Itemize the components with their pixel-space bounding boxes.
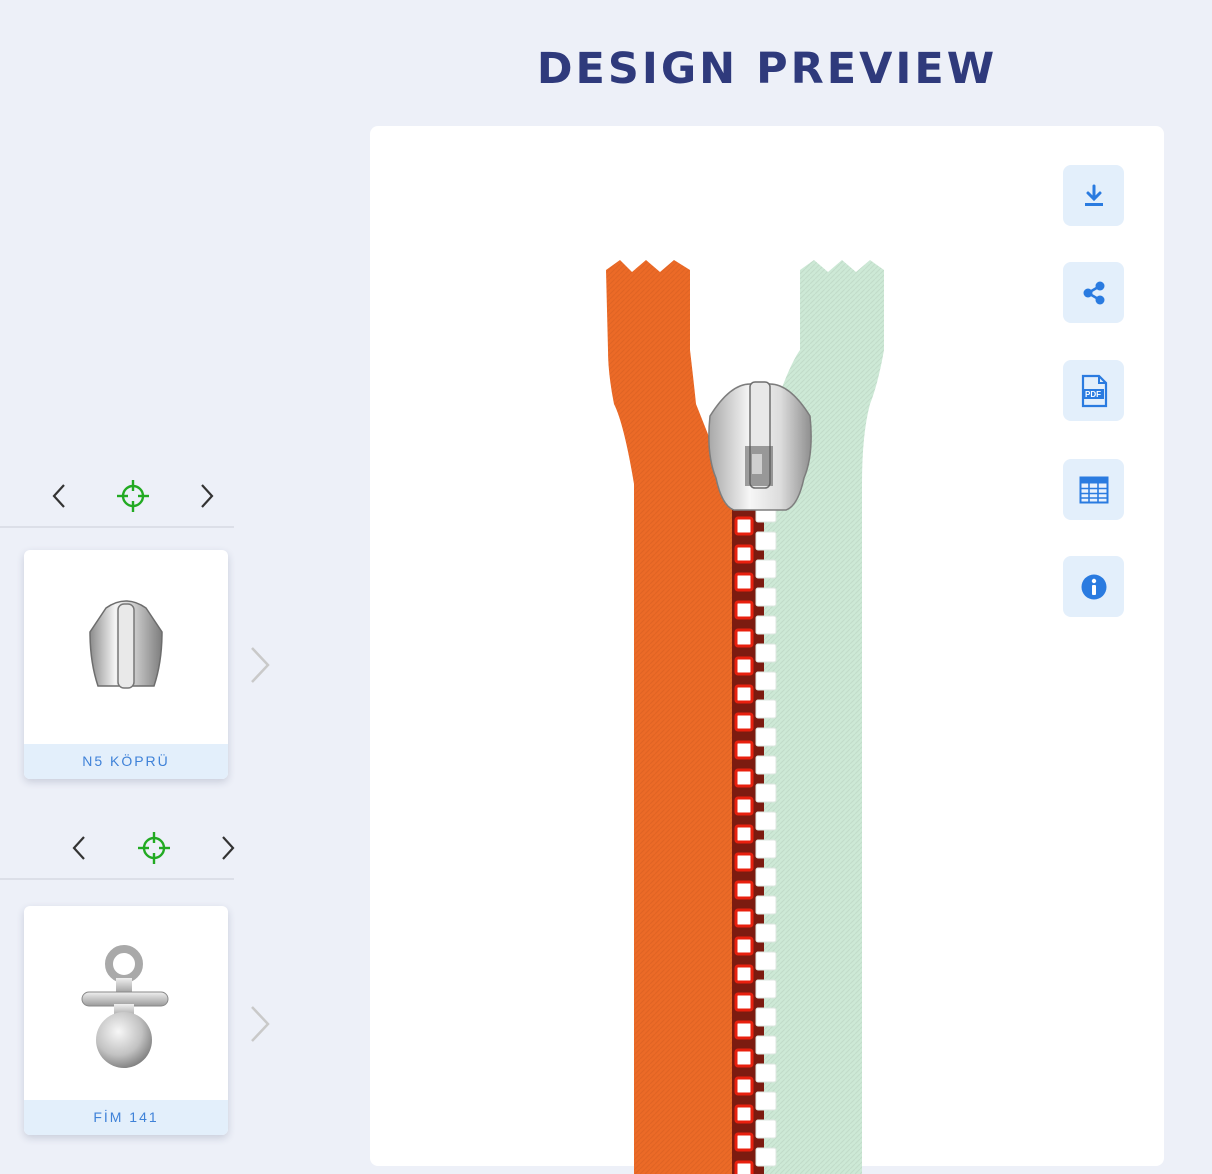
zipper-tooth-right — [755, 699, 777, 719]
chevron-right-icon[interactable] — [246, 645, 274, 685]
crosshair-icon[interactable] — [115, 478, 151, 514]
zipper-tooth-left — [734, 824, 754, 844]
share-icon — [1083, 281, 1104, 304]
zipper-tooth-left — [734, 740, 754, 760]
zipper-tooth-left — [734, 768, 754, 788]
chevron-left-icon[interactable] — [66, 834, 94, 862]
zipper-tooth-right — [755, 559, 777, 579]
page-title: DESIGN PREVIEW — [536, 44, 998, 94]
zipper-tooth-left — [734, 572, 754, 592]
info-icon — [1081, 574, 1106, 599]
zipper-tooth-right — [755, 1007, 777, 1027]
chevron-right-icon[interactable] — [192, 482, 220, 510]
zipper-preview-image — [606, 260, 884, 1174]
zipper-tooth-right — [755, 1035, 777, 1055]
zipper-tooth-left — [734, 656, 754, 676]
zipper-tooth-right — [755, 811, 777, 831]
info-button[interactable] — [1063, 556, 1124, 617]
zipper-tooth-left — [734, 1104, 754, 1124]
component-label: N5 KÖPRÜ — [24, 744, 228, 779]
zipper-tooth-right — [755, 615, 777, 635]
zipper-tooth-right — [755, 979, 777, 999]
pdf-icon: PDF — [1081, 374, 1107, 407]
zipper-tooth-right — [755, 783, 777, 803]
zipper-tooth-right — [755, 727, 777, 747]
zipper-tooth-right — [755, 923, 777, 943]
zipper-tooth-right — [755, 1119, 777, 1139]
pdf-icon-text: PDF — [1085, 390, 1101, 399]
zipper-tooth-left — [734, 600, 754, 620]
zipper-tooth-right — [755, 671, 777, 691]
share-button[interactable] — [1063, 262, 1124, 323]
zipper-tooth-left — [734, 936, 754, 956]
zipper-tooth-left — [734, 908, 754, 928]
slider-bridge-icon — [89, 600, 163, 689]
table-icon — [1079, 476, 1108, 503]
zipper-tooth-left — [734, 852, 754, 872]
chevron-right-icon[interactable] — [213, 834, 241, 862]
zipper-tooth-right — [755, 531, 777, 551]
zipper-tooth-left — [734, 1020, 754, 1040]
download-button[interactable] — [1063, 165, 1124, 226]
zipper-tooth-right — [755, 643, 777, 663]
zipper-tooth-left — [734, 544, 754, 564]
zipper-tooth-left — [734, 992, 754, 1012]
zipper-tooth-right — [755, 1091, 777, 1111]
component-card-puller[interactable]: FİM 141 — [24, 906, 228, 1135]
zipper-tooth-left — [734, 1160, 754, 1174]
zipper-tooth-right — [755, 587, 777, 607]
zipper-tooth-left — [734, 1048, 754, 1068]
pacifier-puller-icon — [81, 945, 169, 1068]
zipper-tooth-right — [755, 1063, 777, 1083]
zipper-tooth-right — [755, 1147, 777, 1167]
component-nav-1 — [0, 466, 234, 528]
zipper-tooth-right — [755, 951, 777, 971]
chevron-right-icon[interactable] — [246, 1004, 274, 1044]
zipper-tooth-right — [755, 867, 777, 887]
zipper-tooth-left — [734, 796, 754, 816]
zipper-tooth-left — [734, 1132, 754, 1152]
zipper-tooth-left — [734, 516, 754, 536]
zipper-tooth-left — [734, 880, 754, 900]
zipper-tooth-left — [734, 1076, 754, 1096]
zipper-tooth-left — [734, 628, 754, 648]
preview-panel: PDF — [370, 126, 1164, 1174]
zipper-tooth-left — [734, 712, 754, 732]
download-icon — [1084, 184, 1103, 206]
crosshair-icon[interactable] — [136, 830, 172, 866]
spreadsheet-button[interactable] — [1063, 459, 1124, 520]
zipper-tooth-left — [734, 684, 754, 704]
zipper-tooth-right — [755, 839, 777, 859]
chevron-left-icon[interactable] — [46, 482, 74, 510]
zipper-tooth-left — [734, 964, 754, 984]
zipper-tooth-right — [755, 755, 777, 775]
zipper-tooth-right — [755, 895, 777, 915]
component-label: FİM 141 — [24, 1100, 228, 1135]
pdf-button[interactable]: PDF — [1063, 360, 1124, 421]
component-card-slider[interactable]: N5 KÖPRÜ — [24, 550, 228, 779]
component-nav-2 — [0, 818, 235, 880]
